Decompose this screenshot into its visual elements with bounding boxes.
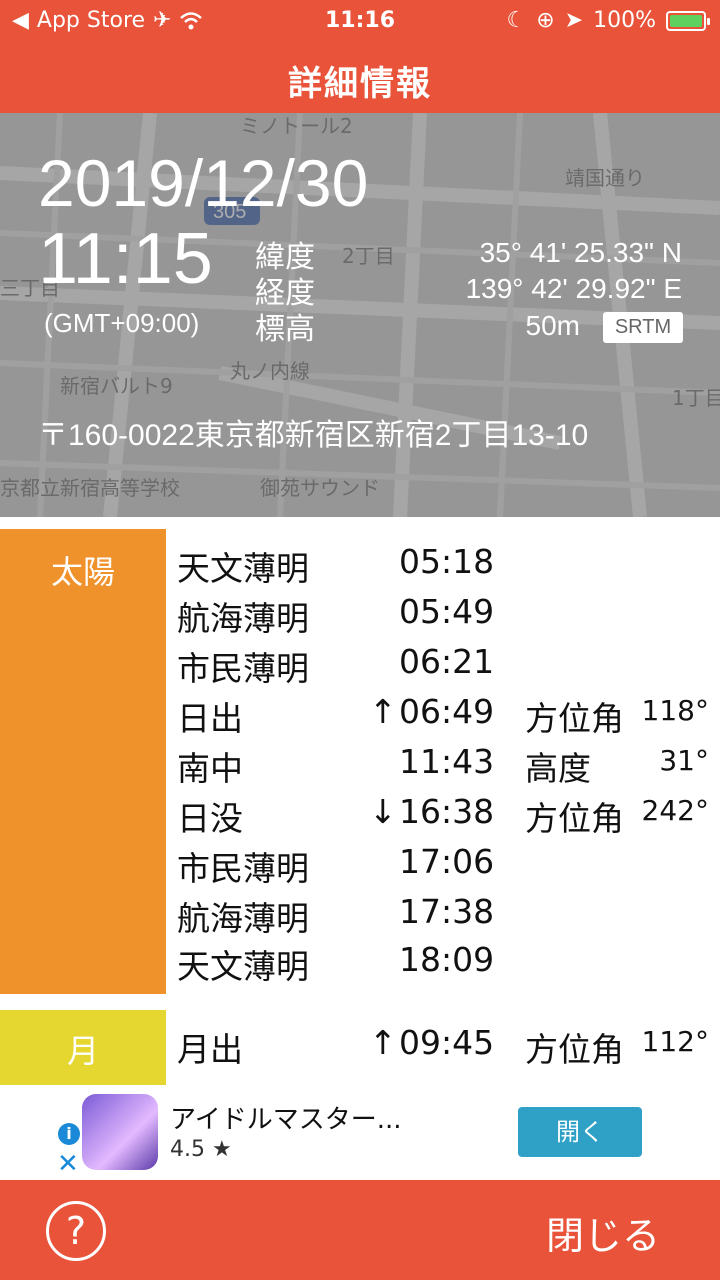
event-name: 月出	[177, 1030, 243, 1069]
event-name: 天文薄明	[177, 947, 309, 986]
elevation-label: 標高	[255, 313, 315, 346]
event-arrow: ↑	[369, 692, 397, 731]
event-time: 06:49	[399, 692, 495, 731]
elevation-value: 50m	[525, 310, 580, 341]
table-row: 日没 ↓ 16:38 方位角 242°	[177, 792, 717, 842]
table-row: 天文薄明 05:18	[177, 542, 717, 592]
event-time: 17:38	[399, 892, 495, 931]
sun-label: 太陽	[0, 529, 166, 994]
timezone-text: (GMT+09:00)	[44, 308, 200, 338]
event-time: 16:38	[399, 792, 495, 831]
moon-icon: ☾	[506, 8, 527, 33]
ad-banner[interactable]: i ✕ アイドルマスター... 4.5 ★ 開く	[0, 1085, 720, 1180]
table-row: 市民薄明 06:21	[177, 642, 717, 692]
event-sublabel: 方位角	[525, 1030, 624, 1069]
event-sublabel: 高度	[525, 749, 591, 788]
event-sublabel: 方位角	[525, 799, 624, 838]
close-button[interactable]: 閉じる	[546, 1205, 660, 1260]
event-time: 18:09	[399, 940, 495, 979]
table-row: 天文薄明 18:09	[177, 940, 717, 990]
latitude-value: 35° 41' 25.33" N	[479, 237, 682, 268]
event-name: 天文薄明	[177, 549, 309, 588]
elevation-source-badge: SRTM	[603, 312, 683, 343]
rotation-lock-icon: ⊕	[536, 8, 555, 33]
table-row: 月出 ↑ 09:45 方位角 112°	[177, 1023, 717, 1073]
table-row: 航海薄明 17:38	[177, 892, 717, 942]
table-row: 南中 11:43 高度 31°	[177, 742, 717, 792]
ad-rating: 4.5 ★	[170, 1137, 232, 1162]
event-arrow: ↑	[369, 1023, 397, 1062]
event-name: 航海薄明	[177, 899, 309, 938]
event-time: 17:06	[399, 842, 495, 881]
event-time: 06:21	[399, 642, 495, 681]
event-name: 南中	[177, 749, 243, 788]
table-row: 航海薄明 05:49	[177, 592, 717, 642]
ad-app-icon[interactable]	[82, 1094, 158, 1170]
navigation-bar: 詳細情報	[0, 40, 720, 113]
table-row: 市民薄明 17:06	[177, 842, 717, 892]
event-arrow: ↓	[369, 792, 397, 831]
help-icon[interactable]: ?	[46, 1201, 106, 1261]
bottom-toolbar: ? 閉じる	[0, 1180, 720, 1280]
date-text: 2019/12/30	[38, 146, 369, 220]
ad-title[interactable]: アイドルマスター...	[170, 1099, 402, 1136]
ad-open-button[interactable]: 開く	[518, 1107, 642, 1157]
event-degree: 118°	[641, 694, 709, 727]
event-degree: 31°	[659, 744, 709, 777]
battery-icon	[666, 10, 710, 31]
event-name: 日没	[177, 799, 243, 838]
event-time: 09:45	[399, 1023, 495, 1062]
event-name: 市民薄明	[177, 649, 309, 688]
status-bar: ◀ App Store ✈ 11:16 ☾ ⊕ ➤ 100%	[0, 0, 720, 40]
moon-label: 月	[0, 1010, 166, 1085]
page-title: 詳細情報	[288, 64, 432, 104]
info-icon[interactable]: i	[58, 1123, 80, 1145]
event-degree: 242°	[641, 794, 709, 827]
longitude-value: 139° 42' 29.92" E	[465, 273, 682, 304]
event-name: 日出	[177, 699, 243, 738]
map-header[interactable]: 305 ミノトール2 靖国通り 2丁目 三丁目 新宿バルト9 丸ノ内線 1丁目 …	[0, 113, 720, 517]
event-name: 航海薄明	[177, 599, 309, 638]
close-icon[interactable]: ✕	[57, 1149, 79, 1179]
event-time: 05:49	[399, 592, 495, 631]
status-right: ☾ ⊕ ➤ 100%	[506, 8, 710, 33]
event-degree: 112°	[641, 1025, 709, 1058]
location-icon: ➤	[564, 8, 584, 33]
event-name: 市民薄明	[177, 849, 309, 888]
table-row: 日出 ↑ 06:49 方位角 118°	[177, 692, 717, 742]
event-time: 11:43	[399, 742, 495, 781]
event-time: 05:18	[399, 542, 495, 581]
battery-percent: 100%	[593, 8, 656, 33]
time-text: 11:15	[38, 219, 213, 299]
address-text: 〒160-0022東京都新宿区新宿2丁目13-10	[38, 419, 589, 452]
event-sublabel: 方位角	[525, 699, 624, 738]
